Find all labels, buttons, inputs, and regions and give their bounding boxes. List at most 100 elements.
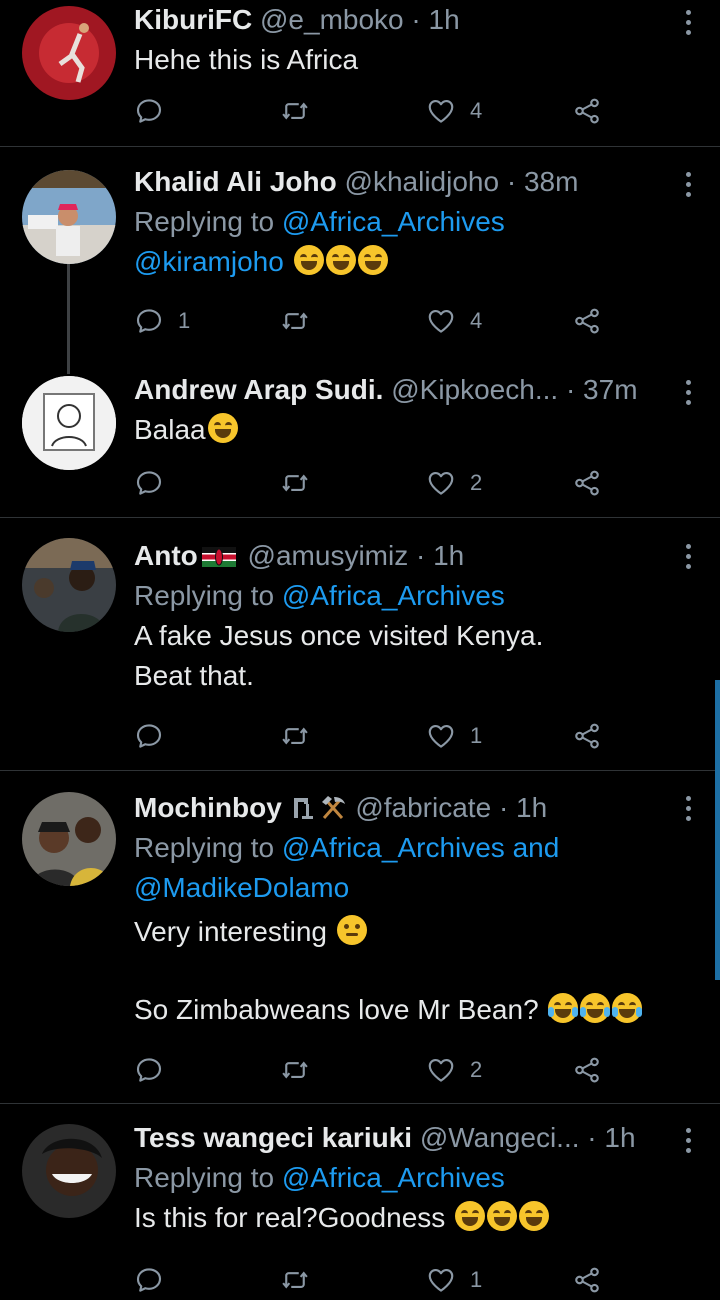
retweet-button[interactable]: [280, 1260, 310, 1300]
mention-link[interactable]: @Africa_Archives: [282, 1162, 505, 1193]
tweet[interactable]: KiburiFC @e_mboko · 1h Hehe this is Afri…: [0, 0, 720, 146]
reply-button[interactable]: [134, 716, 164, 756]
retweet-button[interactable]: [280, 91, 310, 131]
like-button[interactable]: 1: [426, 1260, 482, 1300]
display-name[interactable]: Mochinboy: [134, 792, 282, 823]
share-button[interactable]: [572, 1260, 602, 1300]
reply-icon: [134, 721, 164, 751]
tweet-text: A fake Jesus once visited Kenya.: [134, 620, 544, 651]
more-vertical-icon[interactable]: [684, 10, 692, 40]
user-handle[interactable]: @fabricate: [355, 792, 491, 823]
share-button[interactable]: [572, 1050, 602, 1090]
more-vertical-icon[interactable]: [684, 172, 692, 202]
timestamp: · 37m: [565, 374, 638, 405]
reply-button[interactable]: [134, 1260, 164, 1300]
display-name[interactable]: Andrew Arap Sudi.: [134, 374, 383, 405]
avatar[interactable]: [22, 376, 116, 470]
like-button[interactable]: 4: [426, 91, 482, 131]
like-button[interactable]: 4: [426, 301, 482, 341]
avatar[interactable]: [22, 538, 116, 632]
reply-button[interactable]: 1: [134, 301, 190, 341]
more-vertical-icon[interactable]: [684, 380, 692, 410]
mention-link[interactable]: @Africa_Archives: [282, 206, 505, 237]
tears-of-joy-emoji: [612, 993, 643, 1023]
tweet-text: Beat that.: [134, 660, 254, 691]
like-button[interactable]: 2: [426, 1050, 482, 1090]
display-name[interactable]: KiburiFC: [134, 4, 252, 35]
replying-label: Replying to: [134, 206, 275, 237]
thinking-emoji: [336, 915, 367, 945]
like-count: 1: [470, 1267, 483, 1292]
tweet[interactable]: Tess wangeci kariuki @Wangeci... · 1h Re…: [0, 1114, 720, 1288]
share-button[interactable]: [572, 301, 602, 341]
tears-of-joy-emoji: [580, 993, 611, 1023]
user-handle[interactable]: @amusyimiz: [248, 540, 409, 571]
reply-button[interactable]: [134, 463, 164, 503]
display-name[interactable]: Tess wangeci kariuki: [134, 1122, 412, 1153]
divider: [0, 146, 720, 147]
reply-icon: [134, 1055, 164, 1085]
like-button[interactable]: 2: [426, 463, 482, 503]
more-vertical-icon[interactable]: [684, 796, 692, 826]
reply-icon: [134, 96, 164, 126]
mention-link[interactable]: @Africa_Archives and: [282, 832, 559, 863]
tweet[interactable]: Andrew Arap Sudi. @Kipkoech... · 37m Bal…: [0, 368, 720, 516]
heart-icon: [426, 1055, 456, 1085]
user-handle[interactable]: @Wangeci...: [420, 1122, 580, 1153]
reply-button[interactable]: [134, 91, 164, 131]
user-handle[interactable]: @Kipkoech...: [391, 374, 558, 405]
share-button[interactable]: [572, 91, 602, 131]
mention-link[interactable]: @kiramjoho: [134, 246, 284, 277]
tweet[interactable]: Anto @amusyimiz · 1h Replying to @Africa…: [0, 530, 720, 768]
tweet[interactable]: Mochinboy @fabricate · 1h Replying to @A…: [0, 782, 720, 1100]
user-handle[interactable]: @e_mboko: [260, 4, 404, 35]
retweet-icon: [280, 468, 310, 498]
scrollbar[interactable]: [715, 680, 720, 980]
like-count: 1: [470, 723, 483, 748]
retweet-icon: [280, 1055, 310, 1085]
rofl-emoji: [357, 245, 388, 275]
avatar[interactable]: [22, 792, 116, 886]
timestamp: · 1h: [498, 792, 548, 823]
like-count: 4: [470, 98, 483, 123]
more-vertical-icon[interactable]: [684, 1128, 692, 1158]
reply-icon: [134, 468, 164, 498]
share-icon: [572, 468, 602, 498]
heart-icon: [426, 468, 456, 498]
retweet-button[interactable]: [280, 463, 310, 503]
retweet-icon: [280, 1265, 310, 1295]
share-button[interactable]: [572, 463, 602, 503]
tweet-text: Is this for real?Goodness: [134, 1202, 446, 1233]
tweet-text: Balaa: [134, 414, 206, 445]
reply-icon: [134, 306, 164, 336]
retweet-button[interactable]: [280, 301, 310, 341]
share-button[interactable]: [572, 716, 602, 756]
divider: [0, 1103, 720, 1104]
avatar[interactable]: [22, 6, 116, 100]
retweet-icon: [280, 306, 310, 336]
display-name[interactable]: Khalid Ali Joho: [134, 166, 337, 197]
retweet-button[interactable]: [280, 1050, 310, 1090]
mention-link[interactable]: @Africa_Archives: [282, 580, 505, 611]
heart-icon: [426, 1265, 456, 1295]
reply-button[interactable]: [134, 1050, 164, 1090]
heart-icon: [426, 96, 456, 126]
clamp-icon: [293, 798, 313, 819]
like-button[interactable]: 1: [426, 716, 482, 756]
user-handle[interactable]: @khalidjoho: [345, 166, 500, 197]
divider: [0, 770, 720, 771]
share-icon: [572, 306, 602, 336]
avatar[interactable]: [22, 1124, 116, 1218]
kenya-flag-icon: [201, 547, 236, 567]
timestamp: · 38m: [506, 166, 579, 197]
rofl-emoji: [325, 245, 356, 275]
tweet-text: Very interesting: [134, 916, 327, 947]
retweet-button[interactable]: [280, 716, 310, 756]
replying-label: Replying to: [134, 580, 275, 611]
tweet[interactable]: Khalid Ali Joho @khalidjoho · 38m Replyi…: [0, 160, 720, 356]
more-vertical-icon[interactable]: [684, 544, 692, 574]
display-name[interactable]: Anto: [134, 540, 198, 571]
mention-link[interactable]: @MadikeDolamo: [134, 872, 349, 903]
avatar[interactable]: [22, 170, 116, 264]
share-icon: [572, 96, 602, 126]
